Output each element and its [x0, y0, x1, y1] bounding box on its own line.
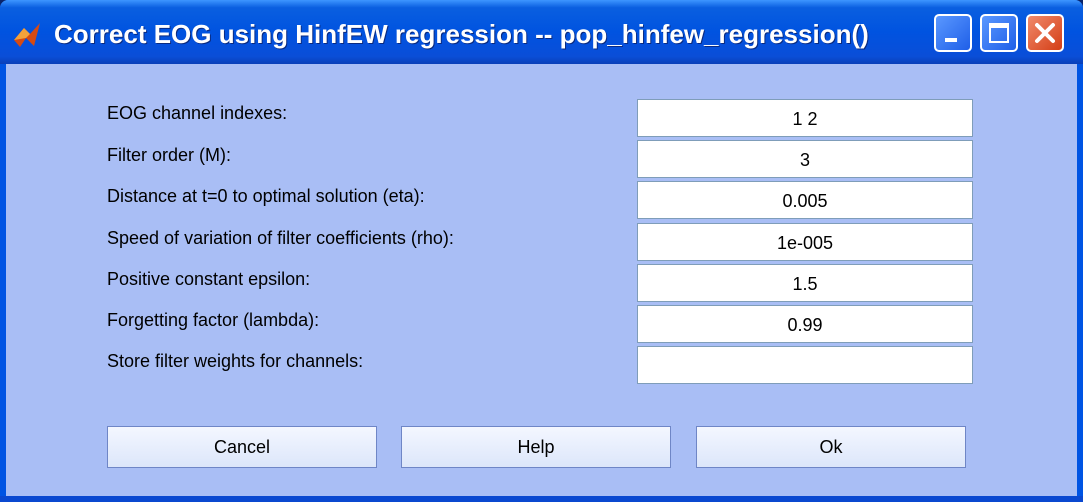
eog-channels-label: EOG channel indexes:: [107, 103, 288, 123]
rho-label: Speed of variation of filter coefficient…: [107, 228, 454, 248]
maximize-icon: [989, 23, 1009, 43]
dialog-window: Correct EOG using HinfEW regression -- p…: [0, 0, 1083, 502]
eta-field[interactable]: 0.005: [637, 181, 973, 219]
eta-label: Distance at t=0 to optimal solution (eta…: [107, 186, 425, 206]
epsilon-label: Positive constant epsilon:: [107, 269, 311, 289]
ok-button[interactable]: Ok: [696, 426, 966, 468]
lambda-label: Forgetting factor (lambda):: [107, 310, 320, 330]
store-weights-label: Store filter weights for channels:: [107, 351, 364, 371]
cancel-button[interactable]: Cancel: [107, 426, 377, 468]
minimize-icon: [945, 38, 957, 42]
close-icon: [1035, 23, 1055, 43]
dialog-body: EOG channel indexes: 1 2 Filter order (M…: [6, 64, 1077, 496]
eog-channels-field[interactable]: 1 2: [637, 99, 973, 137]
epsilon-field[interactable]: 1.5: [637, 264, 973, 302]
minimize-button[interactable]: [934, 14, 972, 52]
window-title: Correct EOG using HinfEW regression -- p…: [54, 19, 869, 49]
title-bar[interactable]: Correct EOG using HinfEW regression -- p…: [0, 0, 1083, 64]
matlab-icon: [14, 23, 40, 47]
filter-order-label: Filter order (M):: [107, 145, 232, 165]
maximize-button[interactable]: [980, 14, 1018, 52]
rho-field[interactable]: 1e-005: [637, 223, 973, 261]
help-button[interactable]: Help: [401, 426, 671, 468]
store-weights-field[interactable]: [637, 346, 973, 384]
window-frame-bottom: [0, 496, 1083, 502]
filter-order-field[interactable]: 3: [637, 140, 973, 178]
lambda-field[interactable]: 0.99: [637, 305, 973, 343]
close-button[interactable]: [1026, 14, 1064, 52]
